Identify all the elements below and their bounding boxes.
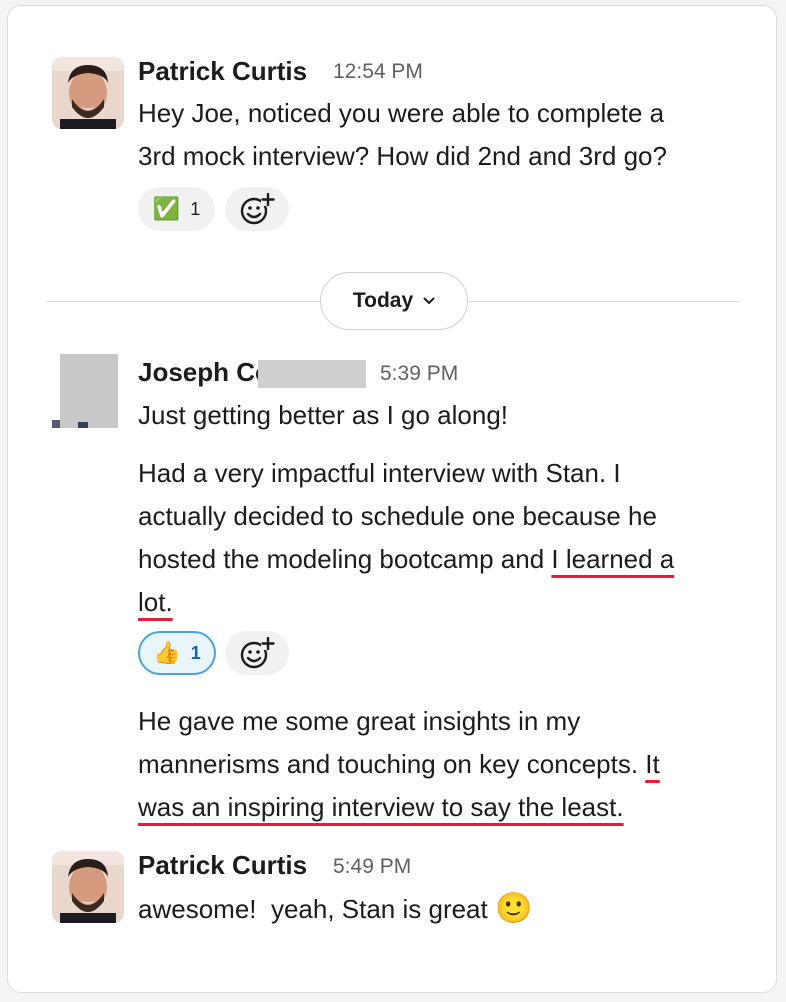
slightly-smiling-face-emoji-icon: 🙂 <box>494 892 533 925</box>
message-line: mannerisms and touching on key concepts.… <box>138 743 660 786</box>
patrick-avatar-image <box>52 851 124 923</box>
timestamp[interactable]: 5:49 PM <box>333 852 411 882</box>
message-text: awesome! yeah, Stan is great <box>138 894 488 924</box>
reaction-thumbs-up[interactable]: 👍 1 <box>138 631 216 675</box>
reaction-count: 1 <box>190 642 201 663</box>
message-line: Just getting better as I go along! <box>138 400 509 430</box>
message-line: actually decided to schedule one because… <box>138 501 657 531</box>
avatar-patrick-curtis[interactable] <box>52 851 124 923</box>
author-name[interactable]: Patrick Curtis <box>138 850 307 880</box>
date-divider-label: Today <box>352 289 414 312</box>
avatar-patrick-curtis[interactable] <box>52 57 124 129</box>
message-line: hosted the modeling bootcamp and I learn… <box>138 538 674 581</box>
check-mark-emoji-icon: ✅ <box>152 196 181 221</box>
highlighted-text: was an inspiring interview to say the le… <box>138 792 624 822</box>
message-text: hosted the modeling bootcamp and <box>138 544 552 574</box>
message-text: mannerisms and touching on key concepts. <box>138 749 646 779</box>
timestamp[interactable]: 12:54 PM <box>333 57 423 87</box>
message-line: 3rd mock interview? How did 2nd and 3rd … <box>138 141 667 171</box>
add-reaction-icon <box>240 193 275 225</box>
patrick-avatar-image <box>52 57 124 129</box>
thumbs-up-emoji-icon: 👍 <box>153 640 181 665</box>
message-line: Hey Joe, noticed you were able to comple… <box>138 98 665 128</box>
message-line: was an inspiring interview to say the le… <box>138 786 624 829</box>
date-divider-button[interactable]: Today <box>320 272 468 330</box>
add-reaction-button[interactable] <box>225 631 289 675</box>
reaction-count: 1 <box>190 198 201 219</box>
avatar-joseph[interactable] <box>52 354 120 428</box>
message-line: He gave me some great insights in my <box>138 706 581 736</box>
joseph-avatar-redacted <box>52 354 118 428</box>
highlighted-text: I learned a <box>551 544 675 574</box>
highlighted-text: lot. <box>138 587 173 617</box>
message-line: lot. <box>138 581 173 624</box>
redaction-block <box>258 360 366 388</box>
timestamp[interactable]: 5:39 PM <box>380 359 458 389</box>
author-name[interactable]: Joseph Co <box>138 357 271 387</box>
chevron-down-icon <box>423 297 435 304</box>
reaction-check[interactable]: ✅ 1 <box>138 187 215 231</box>
highlighted-text: It <box>645 749 660 779</box>
message-line: awesome! yeah, Stan is great 🙂 <box>138 887 532 931</box>
message-line: Had a very impactful interview with Stan… <box>138 458 621 488</box>
author-name[interactable]: Patrick Curtis <box>138 56 307 86</box>
add-reaction-button[interactable] <box>225 187 289 231</box>
add-reaction-icon <box>240 637 275 669</box>
